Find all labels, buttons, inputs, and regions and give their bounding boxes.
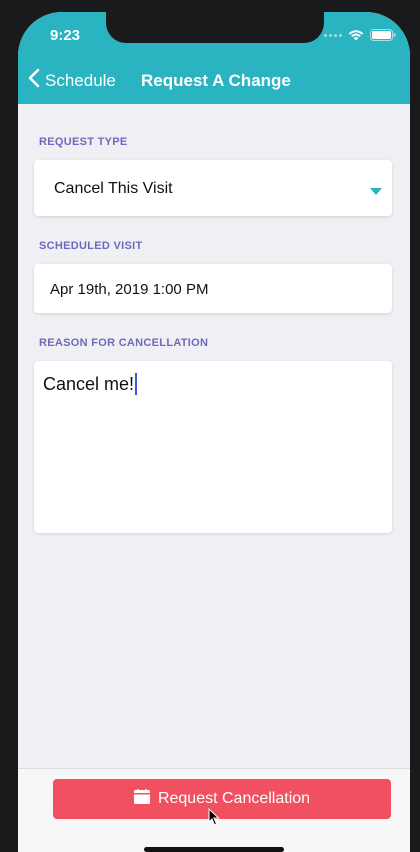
status-icons [324, 29, 396, 41]
request-type-label: REQUEST TYPE [39, 136, 128, 148]
signal-icon [324, 33, 342, 37]
app-screen: 9:23 Schedule Request A Change REQUEST T… [18, 12, 410, 852]
scheduled-visit-label: SCHEDULED VISIT [39, 240, 143, 252]
back-label: Schedule [45, 70, 116, 90]
status-time: 9:23 [50, 27, 81, 44]
battery-icon [370, 29, 396, 41]
device-frame: 9:23 Schedule Request A Change REQUEST T… [0, 0, 420, 852]
mouse-pointer-icon [208, 807, 220, 831]
request-type-select[interactable]: Cancel This Visit [34, 160, 392, 216]
caret-down-icon [370, 188, 382, 195]
back-button[interactable]: Schedule [28, 68, 116, 93]
reason-text-container: Cancel me! [43, 373, 138, 395]
request-cancellation-label: Request Cancellation [157, 790, 311, 807]
scheduled-visit-value: Apr 19th, 2019 1:00 PM [50, 281, 209, 298]
text-cursor [135, 373, 138, 395]
reason-textarea[interactable]: Cancel me! [34, 361, 392, 533]
request-type-value: Cancel This Visit [54, 180, 173, 197]
calendar-icon [133, 789, 150, 809]
wifi-icon [348, 29, 364, 41]
reason-value: Cancel me! [43, 373, 135, 394]
scheduled-visit-field[interactable]: Apr 19th, 2019 1:00 PM [34, 264, 392, 313]
home-indicator [144, 847, 284, 852]
request-cancellation-button[interactable]: Request Cancellation [53, 779, 391, 819]
reason-label: REASON FOR CANCELLATION [39, 337, 209, 349]
nav-header: 9:23 Schedule Request A Change [18, 12, 410, 104]
chevron-left-icon [28, 68, 40, 93]
page-title: Request A Change [141, 71, 291, 90]
device-notch [106, 12, 324, 43]
